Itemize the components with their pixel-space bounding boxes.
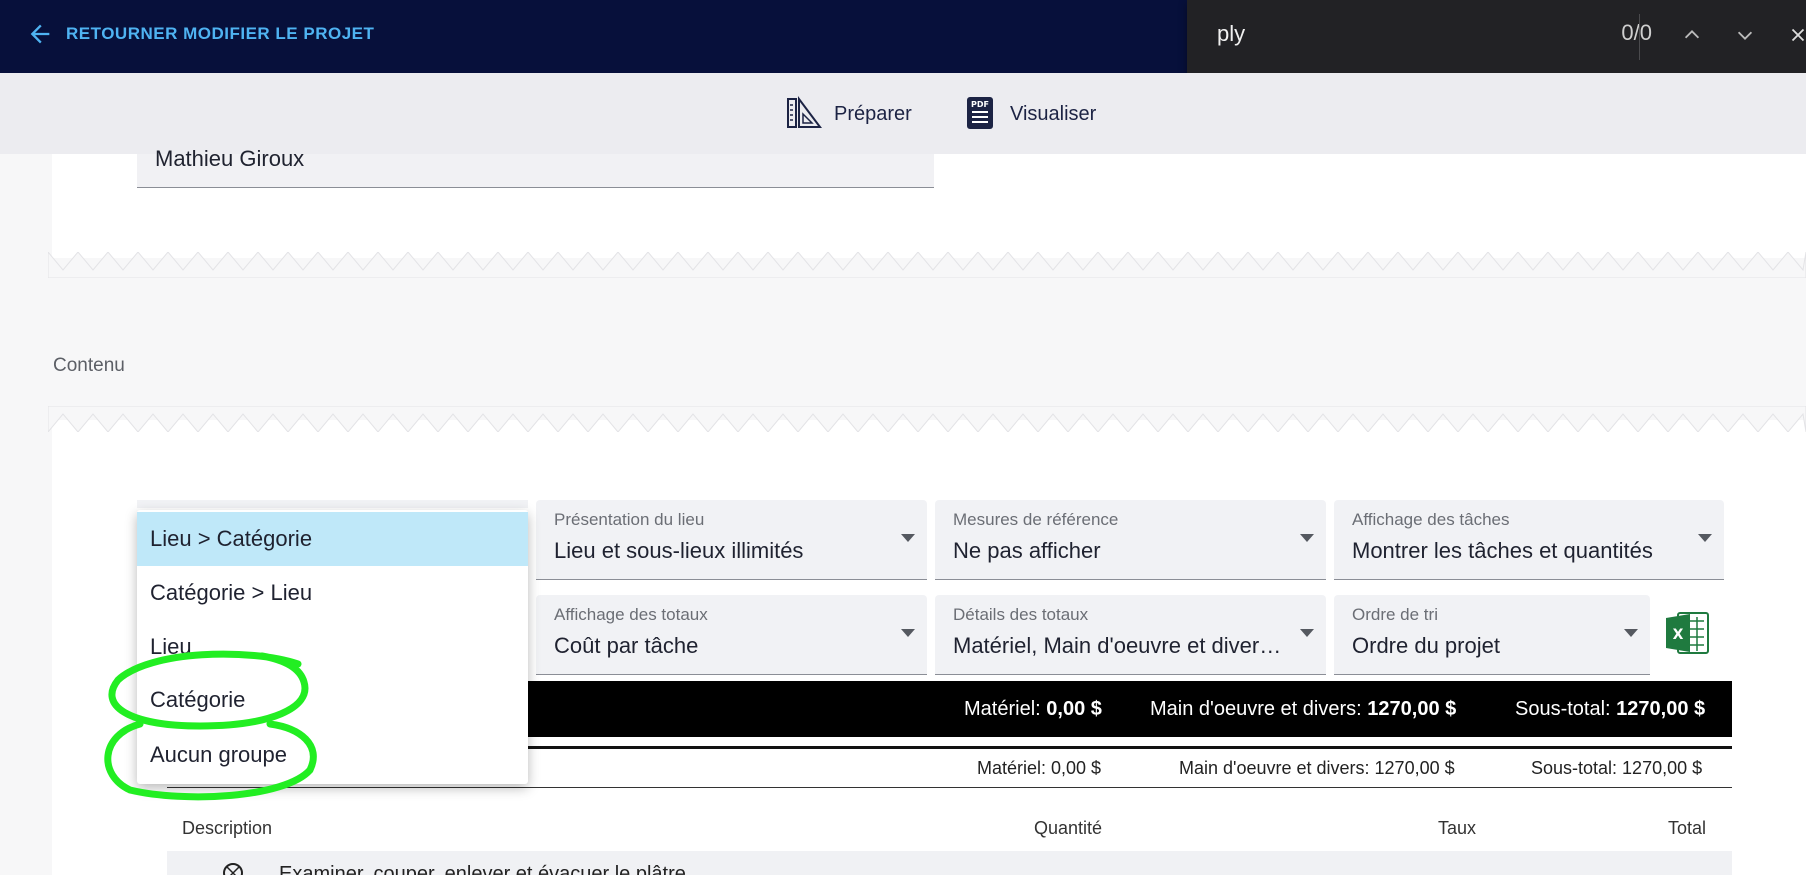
back-link-label: RETOURNER MODIFIER LE PROJET [66, 24, 375, 43]
row-description: Examiner, couper, enlever et évacuer le … [279, 863, 686, 875]
close-icon [1791, 28, 1805, 42]
section-label-contenu: Contenu [53, 355, 125, 376]
select-label: Ordre de tri [1352, 605, 1438, 624]
select-value: Matériel, Main d'oeuvre et diver… [953, 633, 1282, 658]
menu-item-categorie-lieu[interactable]: Catégorie > Lieu [137, 566, 528, 620]
caret-down-icon [901, 534, 915, 542]
details-des-totaux-select[interactable]: Détails des totaux Matériel, Main d'oeuv… [935, 595, 1326, 675]
select-value: Ne pas afficher [953, 538, 1101, 563]
select-label: Présentation du lieu [554, 510, 705, 529]
table-header: Description Quantité Taux Total [167, 814, 1732, 844]
menu-item-label: Catégorie > Lieu [150, 580, 313, 605]
caret-down-icon [901, 629, 915, 637]
find-input[interactable] [1217, 18, 1547, 50]
column-total: Total [1668, 818, 1707, 838]
tab-preparer[interactable]: Préparer [764, 95, 940, 157]
grouping-select-anchor[interactable] [137, 500, 528, 508]
presentation-du-lieu-select[interactable]: Présentation du lieu Lieu et sous-lieux … [536, 500, 927, 580]
column-description: Description [182, 818, 273, 838]
find-bar: 0/0 [1187, 0, 1806, 77]
select-label: Affichage des tâches [1352, 510, 1510, 529]
excel-export-icon[interactable]: X [1664, 609, 1712, 657]
tab-preparer-label: Préparer [834, 103, 912, 125]
find-match-count: 0/0 [1621, 20, 1652, 45]
select-label: Affichage des totaux [554, 605, 708, 624]
menu-item-lieu-categorie[interactable]: Lieu > Catégorie [137, 512, 528, 566]
select-value: Lieu et sous-lieux illimités [554, 538, 804, 563]
total-labor: Main d'oeuvre et divers: 1270,00 $ [1150, 698, 1457, 720]
affichage-des-totaux-select[interactable]: Affichage des totaux Coût par tâche [536, 595, 927, 675]
arrow-left-icon [30, 24, 50, 44]
column-quantity: Quantité [1034, 818, 1103, 838]
back-to-project-link[interactable]: RETOURNER MODIFIER LE PROJET [26, 20, 374, 48]
ruler-triangle-icon [787, 96, 822, 128]
task-icon [223, 863, 243, 875]
menu-item-label: Aucun groupe [150, 742, 287, 767]
group-total-subtotal: Sous-total: 1270,00 $ [1531, 758, 1703, 778]
chevron-up-icon [1684, 30, 1700, 39]
menu-item-label: Catégorie [150, 687, 246, 712]
tab-visualiser-label: Visualiser [1010, 103, 1097, 125]
menu-item-categorie[interactable]: Catégorie [137, 673, 528, 727]
group-total-material: Matériel: 0,00 $ [977, 758, 1102, 778]
menu-item-aucun-groupe[interactable]: Aucun groupe [137, 728, 528, 782]
find-close-button[interactable] [1781, 18, 1806, 52]
menu-item-lieu[interactable]: Lieu [137, 620, 528, 674]
find-next-button[interactable] [1728, 18, 1762, 52]
caret-down-icon [1300, 534, 1314, 542]
caret-down-icon [1300, 629, 1314, 637]
card-torn-edge-bottom [48, 252, 1806, 278]
caret-down-icon [1698, 534, 1712, 542]
select-value: Montrer les tâches et quantités [1352, 538, 1653, 563]
menu-item-label: Lieu > Catégorie [150, 526, 313, 551]
caret-down-icon [1624, 629, 1638, 637]
total-subtotal: Sous-total: 1270,00 $ [1515, 698, 1706, 720]
svg-text:PDF: PDF [971, 100, 989, 109]
card-torn-edge-top [48, 406, 1806, 432]
chevron-down-icon [1737, 31, 1753, 40]
menu-item-label: Lieu [150, 634, 192, 659]
total-material: Matériel: 0,00 $ [964, 698, 1102, 720]
mesures-de-reference-select[interactable]: Mesures de référence Ne pas afficher [935, 500, 1326, 580]
client-name-field[interactable]: Mathieu Giroux [137, 146, 934, 188]
find-previous-button[interactable] [1675, 18, 1709, 52]
client-name-value: Mathieu Giroux [155, 146, 305, 171]
select-label: Détails des totaux [953, 605, 1089, 624]
select-label: Mesures de référence [953, 510, 1119, 529]
affichage-des-taches-select[interactable]: Affichage des tâches Montrer les tâches … [1334, 500, 1724, 580]
ordre-de-tri-select[interactable]: Ordre de tri Ordre du projet [1334, 595, 1650, 675]
tab-visualiser[interactable]: PDF Visualiser [940, 95, 1130, 157]
column-rate: Taux [1438, 818, 1477, 838]
tab-bar: Préparer PDF Visualiser [0, 73, 1806, 157]
find-separator [1639, 14, 1640, 60]
grouping-dropdown-menu: Lieu > Catégorie Catégorie > Lieu Lieu C… [137, 510, 528, 784]
group-total-labor: Main d'oeuvre et divers: 1270,00 $ [1179, 758, 1455, 778]
pdf-document-icon: PDF [967, 97, 993, 129]
table-row[interactable]: Examiner, couper, enlever et évacuer le … [167, 851, 1732, 875]
select-value: Ordre du projet [1352, 633, 1500, 658]
select-value: Coût par tâche [554, 633, 699, 658]
svg-text:X: X [1673, 627, 1684, 643]
